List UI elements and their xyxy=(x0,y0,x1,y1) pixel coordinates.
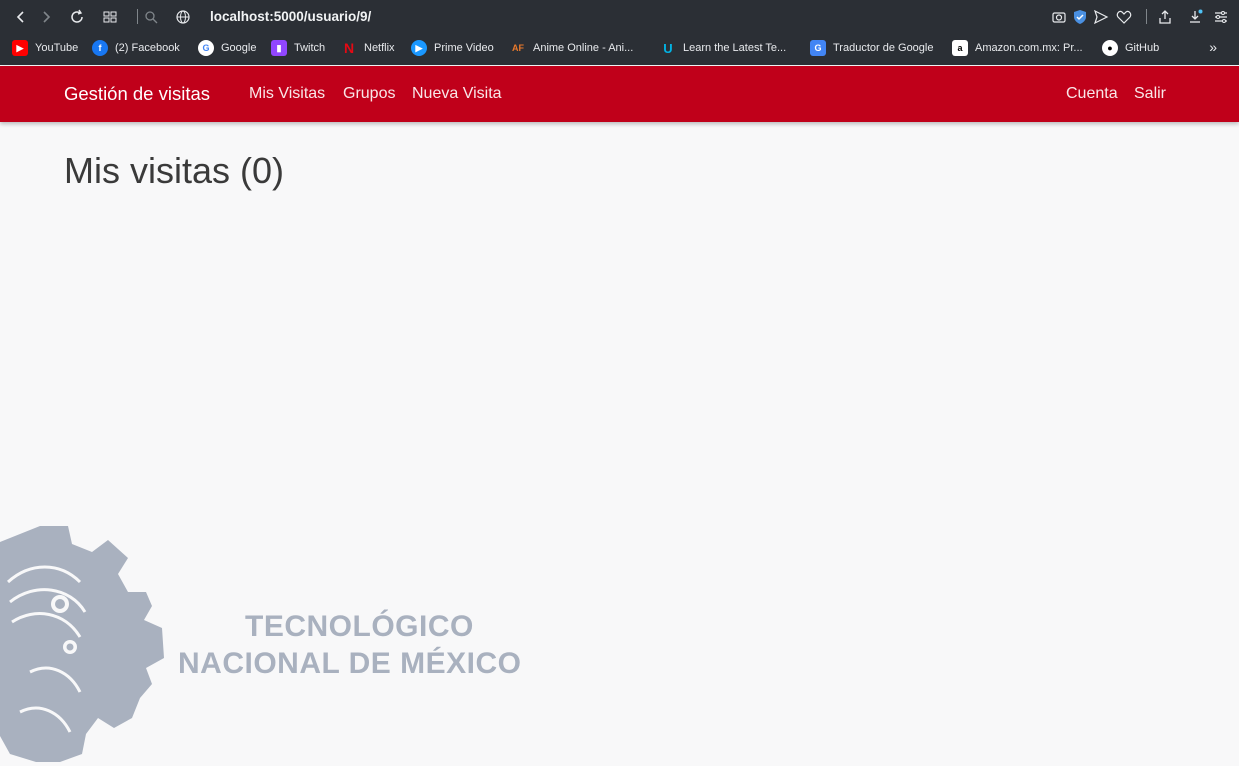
prime-video-icon: ▶ xyxy=(411,40,427,56)
nav-link-mis-visitas[interactable]: Mis Visitas xyxy=(249,85,325,103)
nav-link-salir[interactable]: Salir xyxy=(1134,85,1166,103)
google-translate-icon: G xyxy=(810,40,826,56)
bookmark-label: Learn the Latest Te... xyxy=(683,42,787,54)
send-icon[interactable] xyxy=(1092,8,1110,26)
toolbar-separator xyxy=(1146,9,1147,24)
nav-link-cuenta[interactable]: Cuenta xyxy=(1066,85,1118,103)
nav-link-grupos[interactable]: Grupos xyxy=(343,85,395,103)
twitch-icon: ▮ xyxy=(271,40,287,56)
bookmark-label: Prime Video xyxy=(434,42,494,54)
amazon-icon: a xyxy=(952,40,968,56)
logo-text-line1: TECNOLÓGICO xyxy=(245,610,474,643)
bookmark-amazon[interactable]: a Amazon.com.mx: Pr... xyxy=(952,39,1083,57)
tecnm-gear-logo-icon xyxy=(0,526,164,762)
bookmark-label: YouTube xyxy=(35,42,79,54)
bookmark-label: (2) Facebook xyxy=(115,42,180,54)
bookmark-udacity[interactable]: U Learn the Latest Te... xyxy=(660,39,786,57)
bookmark-netflix[interactable]: N Netflix xyxy=(341,39,395,57)
globe-icon xyxy=(174,8,192,26)
browser-chrome: localhost:5000/usuario/9/ ▶ YouTube f (2… xyxy=(0,0,1239,65)
google-icon: G xyxy=(198,40,214,56)
shield-icon[interactable] xyxy=(1071,8,1089,26)
bookmark-label: Amazon.com.mx: Pr... xyxy=(975,42,1083,54)
tabs-grid-icon[interactable] xyxy=(101,8,119,26)
bookmark-facebook[interactable]: f (2) Facebook xyxy=(92,39,180,57)
youtube-icon: ▶ xyxy=(12,40,28,56)
bookmark-label: Netflix xyxy=(364,42,395,54)
zoom-icon[interactable] xyxy=(143,8,161,26)
bookmark-label: GitHub xyxy=(1125,42,1160,54)
camera-icon[interactable] xyxy=(1050,8,1068,26)
address-bar[interactable]: localhost:5000/usuario/9/ xyxy=(210,9,371,24)
animeflv-icon: AF xyxy=(512,43,524,53)
github-icon: ● xyxy=(1102,40,1118,56)
browser-toolbar: localhost:5000/usuario/9/ xyxy=(0,0,1239,34)
bookmark-label: Google xyxy=(221,42,257,54)
facebook-icon: f xyxy=(92,40,108,56)
app-navbar: Gestión de visitas Mis Visitas Grupos Nu… xyxy=(0,66,1239,122)
share-icon[interactable] xyxy=(1156,8,1174,26)
bookmark-prime-video[interactable]: ▶ Prime Video xyxy=(411,39,494,57)
bookmark-label: Traductor de Google xyxy=(833,42,934,54)
heart-icon[interactable] xyxy=(1115,8,1133,26)
bookmark-github[interactable]: ● GitHub xyxy=(1102,39,1159,57)
nav-link-nueva-visita[interactable]: Nueva Visita xyxy=(412,85,502,103)
forward-icon[interactable] xyxy=(37,8,55,26)
settings-sliders-icon[interactable] xyxy=(1212,8,1230,26)
back-icon[interactable] xyxy=(12,8,30,26)
bookmark-label: Anime Online - Ani... xyxy=(533,42,634,54)
navbar-brand[interactable]: Gestión de visitas xyxy=(64,83,210,105)
bookmark-google[interactable]: G Google xyxy=(198,39,256,57)
bookmark-twitch[interactable]: ▮ Twitch xyxy=(271,39,325,57)
bookmark-anime[interactable]: AF Anime Online - Ani... xyxy=(510,39,633,57)
toolbar-separator xyxy=(137,9,138,24)
download-icon[interactable] xyxy=(1186,8,1204,26)
bookmarks-bar: ▶ YouTube f (2) Facebook G Google ▮ Twit… xyxy=(0,36,1239,60)
logo-text-line2: NACIONAL DE MÉXICO xyxy=(178,647,522,680)
netflix-icon: N xyxy=(343,40,355,56)
udacity-icon: U xyxy=(663,40,673,56)
chevron-double-right-icon[interactable]: » xyxy=(1209,39,1217,55)
bookmark-google-translate[interactable]: G Traductor de Google xyxy=(810,39,933,57)
bookmark-youtube[interactable]: ▶ YouTube xyxy=(12,39,78,57)
reload-icon[interactable] xyxy=(68,8,86,26)
page-title: Mis visitas (0) xyxy=(64,150,285,191)
bookmark-label: Twitch xyxy=(294,42,326,54)
